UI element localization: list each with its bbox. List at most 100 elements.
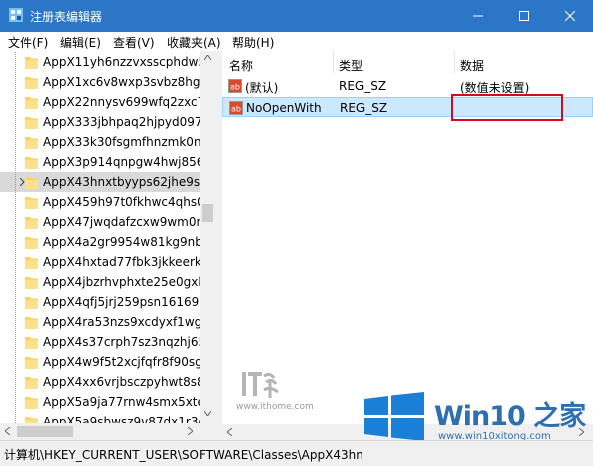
pane-splitter[interactable]: [215, 51, 222, 440]
tree-item[interactable]: AppX4jbzrhvphxte25e0gxh: [0, 272, 200, 292]
column-header-name[interactable]: 名称: [229, 57, 253, 74]
menu-edit[interactable]: 编辑(E): [60, 34, 101, 51]
folder-icon: [25, 77, 38, 89]
menu-help[interactable]: 帮助(H): [232, 34, 274, 51]
folder-icon: [25, 277, 38, 289]
folder-icon: [25, 377, 38, 389]
highlight-box: [451, 94, 563, 121]
scroll-up-icon[interactable]: [204, 55, 211, 60]
tree-hscroll-thumb[interactable]: [17, 426, 73, 437]
tree-item[interactable]: AppX22nnysv699wfq2zxc7: [0, 92, 200, 112]
tree-item-label: AppX4a2gr9954w81kg9nb: [43, 235, 200, 249]
status-bar: 计算机\HKEY_CURRENT_USER\SOFTWARE\Classes\A…: [0, 440, 593, 466]
tree-item-label: AppX4qfj5jrj259psn161698: [43, 295, 200, 309]
folder-icon: [25, 157, 38, 169]
tree-item[interactable]: AppX33k30fsgmfhnzmk0nv: [0, 132, 200, 152]
tree-connector-line: [15, 252, 16, 272]
tree-item[interactable]: AppX3p914qnpgw4hwj856: [0, 152, 200, 172]
tree-item-label: AppX459h97t0fkhwc4qhs0: [43, 195, 200, 209]
tree-connector-line: [15, 332, 16, 352]
tree-item-label: AppX1xc6v8wxp3svbz8hgq: [43, 75, 200, 89]
tree-connector-line: [15, 232, 16, 252]
menu-view[interactable]: 查看(V): [113, 34, 155, 51]
svg-text:ab: ab: [230, 83, 240, 92]
tree-item[interactable]: AppX4ra53nzs9xcdyxf1wgc: [0, 312, 200, 332]
close-icon: [565, 11, 575, 21]
value-name: (默认): [245, 81, 279, 95]
tree-connector-line: [15, 292, 16, 312]
column-divider[interactable]: [333, 51, 334, 73]
tree-item[interactable]: AppX5a9ja77rnw4smx5xter: [0, 392, 200, 412]
tree-connector-line: [15, 212, 16, 232]
tree-item-label: AppX4s37crph7sz3nqzhj65: [43, 335, 200, 349]
tree-connector-line: [15, 392, 16, 412]
tree-item[interactable]: AppX11yh6nzzvxsscphdw5: [0, 52, 200, 72]
column-header-type[interactable]: 类型: [339, 57, 363, 74]
folder-icon: [25, 177, 38, 189]
column-divider[interactable]: [454, 51, 455, 73]
tree-item-label: AppX33k30fsgmfhnzmk0nv: [43, 135, 200, 149]
folder-icon: [25, 337, 38, 349]
scroll-left-icon[interactable]: [227, 428, 232, 436]
tree-connector-line: [15, 352, 16, 372]
tree-item-label: AppX4w9f5t2xcjfqfr8f90sgf: [43, 355, 200, 369]
folder-icon: [25, 97, 38, 109]
value-row[interactable]: ab (默认) REG_SZ (数值未设置): [222, 76, 593, 96]
folder-icon: [25, 357, 38, 369]
tree-connector-line: [15, 192, 16, 212]
registry-tree[interactable]: AppX11yh6nzzvxsscphdw5 AppX1xc6v8wxp3svbz…: [0, 51, 215, 440]
tree-item[interactable]: AppX1xc6v8wxp3svbz8hgq: [0, 72, 200, 92]
close-button[interactable]: [547, 0, 593, 32]
tree-horizontal-scrollbar[interactable]: [0, 423, 200, 440]
registry-path: 计算机\HKEY_CURRENT_USER\SOFTWARE\Classes\A…: [4, 448, 362, 462]
tree-item[interactable]: AppX43hnxtbyyps62jhe9sq: [0, 172, 200, 192]
tree-item-label: AppX47jwqdafzcxw9wm0m: [43, 215, 200, 229]
folder-icon: [25, 57, 38, 69]
tree-item-label: AppX4ra53nzs9xcdyxf1wgc: [43, 315, 200, 329]
tree-item[interactable]: AppX4hxtad77fbk3jkkeerk: [0, 252, 200, 272]
title-bar: 注册表编辑器: [0, 0, 593, 32]
tree-connector-line: [15, 132, 16, 152]
scroll-right-icon[interactable]: [188, 427, 193, 435]
tree-connector-line: [15, 152, 16, 172]
regedit-app-icon: [9, 8, 23, 22]
tree-item-label: AppX3p914qnpgw4hwj856: [43, 155, 200, 169]
minimize-button[interactable]: [455, 0, 501, 32]
tree-item-label: AppX11yh6nzzvxsscphdw5: [43, 55, 200, 69]
minimize-icon: [473, 15, 483, 17]
tree-item[interactable]: AppX47jwqdafzcxw9wm0m: [0, 212, 200, 232]
win10-brand: Win10 之家: [434, 401, 586, 432]
column-header-data[interactable]: 数据: [460, 57, 484, 74]
folder-icon: [25, 297, 38, 309]
tree-item[interactable]: AppX4a2gr9954w81kg9nb: [0, 232, 200, 252]
tree-item[interactable]: AppX4qfj5jrj259psn161698: [0, 292, 200, 312]
tree-item-label: AppX333jbhpaq2hjpyd097: [43, 115, 200, 129]
tree-item[interactable]: AppX4xx6vrjbsczpyhwt8s8y: [0, 372, 200, 392]
menu-file[interactable]: 文件(F): [8, 34, 48, 51]
tree-vscroll-thumb[interactable]: [202, 204, 213, 222]
tree-item[interactable]: AppX4s37crph7sz3nqzhj65: [0, 332, 200, 352]
maximize-button[interactable]: [501, 0, 547, 32]
tree-item[interactable]: AppX4w9f5t2xcjfqfr8f90sgf: [0, 352, 200, 372]
tree-item[interactable]: AppX333jbhpaq2hjpyd097: [0, 112, 200, 132]
tree-vertical-scrollbar[interactable]: [200, 51, 215, 423]
tree-connector-line: [15, 172, 16, 192]
menu-favorites[interactable]: 收藏夹(A): [167, 34, 221, 51]
folder-icon: [25, 317, 38, 329]
tree-item-label: AppX22nnysv699wfq2zxc7: [43, 95, 200, 109]
string-value-icon: ab: [228, 79, 242, 93]
tree-item-label: AppX4jbzrhvphxte25e0gxh: [43, 275, 200, 289]
value-type: REG_SZ: [339, 79, 387, 93]
folder-icon: [25, 397, 38, 409]
tree-connector-line: [15, 52, 16, 72]
window-title: 注册表编辑器: [30, 10, 103, 24]
folder-icon: [25, 217, 38, 229]
value-type: REG_SZ: [340, 101, 388, 115]
scroll-left-icon[interactable]: [5, 427, 10, 435]
maximize-icon: [519, 11, 529, 21]
scroll-down-icon[interactable]: [204, 411, 211, 416]
windows-logo-icon: [364, 392, 424, 441]
tree-item-label: AppX5a9ja77rnw4smx5xter: [43, 395, 200, 409]
value-name: NoOpenWith: [246, 101, 322, 115]
tree-item[interactable]: AppX459h97t0fkhwc4qhs0: [0, 192, 200, 212]
